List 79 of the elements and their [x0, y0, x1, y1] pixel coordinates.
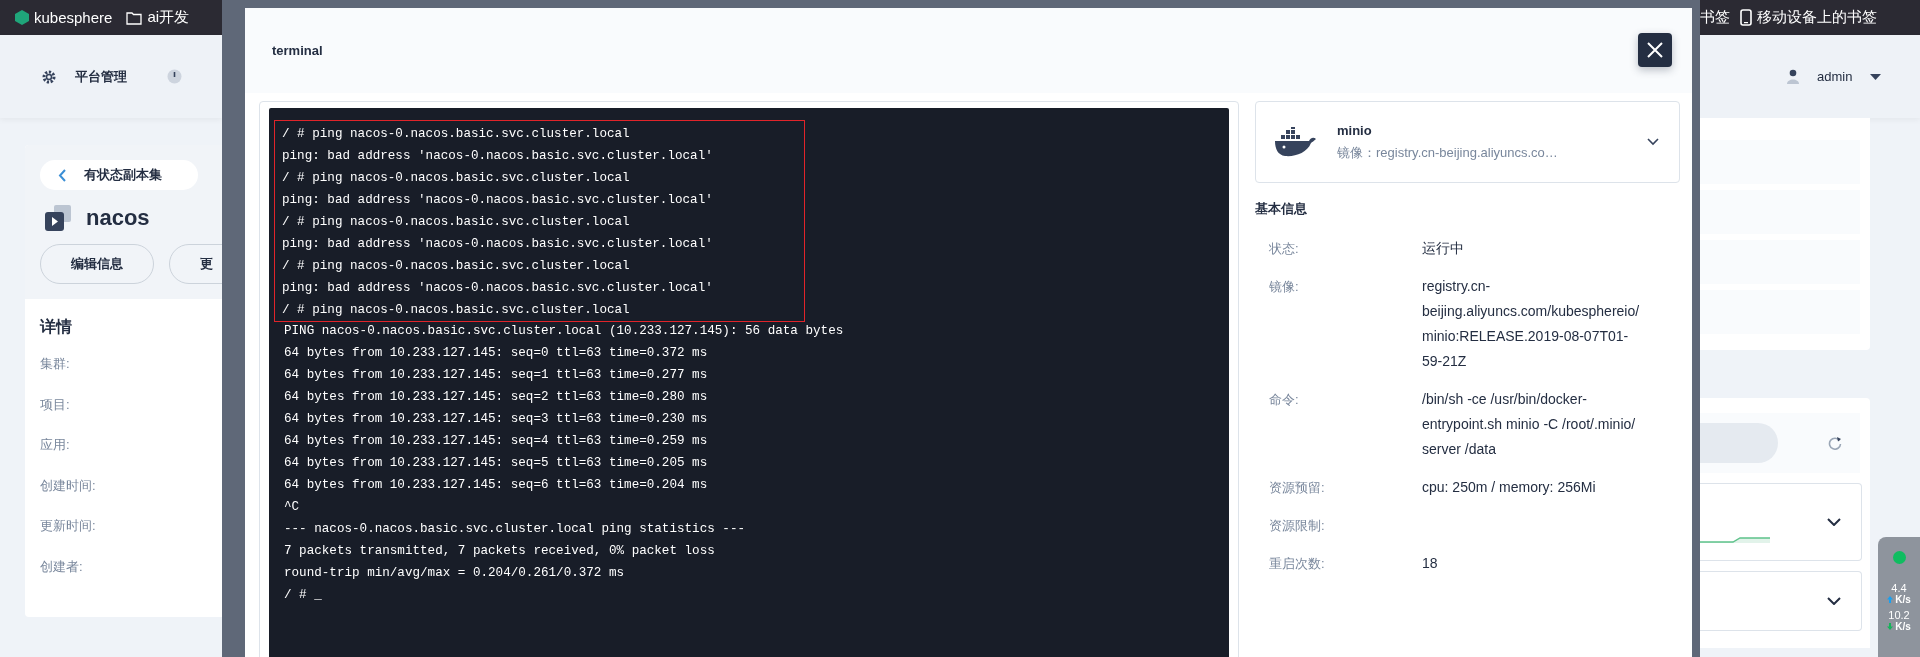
up-arrow-icon — [1887, 596, 1894, 603]
workload-icon — [44, 204, 72, 232]
down-arrow-icon — [1887, 623, 1894, 630]
terminal-console[interactable] — [269, 108, 1229, 657]
terminal-line: 64 bytes from 10.233.127.145: seq=0 ttl=63 time=0.372 ms — [284, 345, 709, 362]
nav-item[interactable]: 平台管理 — [75, 67, 127, 86]
container-name: minio — [1337, 122, 1373, 138]
info-value: /bin/sh -ce /usr/bin/docker-entrypoint.sh minio -C /root/.minio/ server /data — [1422, 390, 1637, 459]
terminal-line: / # ping nacos-0.nacos.basic.svc.cluster.local — [282, 170, 631, 187]
resource-name: nacos — [86, 205, 150, 231]
section-title: 基本信息 — [1255, 200, 1308, 218]
gauge-icon — [167, 69, 182, 84]
field-label: 更新时间: — [40, 517, 97, 535]
speed-unit: K/s — [1895, 621, 1911, 632]
folder-icon — [126, 10, 143, 25]
terminal-line: 64 bytes from 10.233.127.145: seq=4 ttl=63 time=0.259 ms — [284, 433, 709, 450]
info-value: 18 — [1422, 554, 1439, 573]
bookmark[interactable]: ai开发 — [126, 8, 190, 27]
section-title: 详情 — [40, 317, 73, 337]
info-value: cpu: 250m / memory: 256Mi — [1422, 478, 1597, 497]
settings-icon — [41, 68, 57, 85]
refresh-icon[interactable] — [1828, 436, 1842, 450]
chevron-down-icon — [1827, 597, 1841, 605]
action-button[interactable]: 编辑信息 — [40, 244, 154, 284]
user-menu[interactable]: admin — [1817, 69, 1853, 84]
close-button[interactable] — [1638, 33, 1672, 67]
dialog-title: terminal — [272, 42, 323, 58]
upload-speed: 4.4 — [1891, 582, 1907, 594]
phone-icon — [1740, 9, 1752, 26]
terminal-line: 64 bytes from 10.233.127.145: seq=1 ttl=63 time=0.277 ms — [284, 367, 709, 384]
info-label: 镜像: — [1269, 278, 1300, 296]
field-label: 集群: — [40, 355, 71, 373]
terminal-line: 64 bytes from 10.233.127.145: seq=3 ttl=63 time=0.230 ms — [284, 411, 709, 428]
terminal-line: / # ping nacos-0.nacos.basic.svc.cluster.local — [282, 302, 631, 319]
field-label: 创建时间: — [40, 476, 97, 495]
whale-icon — [1273, 127, 1317, 157]
terminal-line: ^C — [284, 499, 301, 516]
terminal-line: PING nacos-0.nacos.basic.svc.cluster.local (10.233.127.145): 56 data bytes — [284, 323, 845, 340]
terminal-line: / # ping nacos-0.nacos.basic.svc.cluster.local — [282, 258, 631, 275]
terminal-line: ping: bad address 'nacos-0.nacos.basic.svc.cluster.local' — [282, 192, 714, 209]
terminal-line: --- nacos-0.nacos.basic.svc.cluster.local ping statistics --- — [284, 521, 746, 538]
terminal-line: ping: bad address 'nacos-0.nacos.basic.svc.cluster.local' — [282, 280, 714, 297]
bookmark[interactable]: 移动设备上的书签 — [1740, 8, 1877, 27]
terminal-line: 64 bytes from 10.233.127.145: seq=5 ttl=63 time=0.205 ms — [284, 455, 709, 472]
terminal-line: 7 packets transmitted, 7 packets received, 0% packet loss — [284, 543, 716, 560]
terminal-line: / # ping nacos-0.nacos.basic.svc.cluster.local — [282, 214, 631, 231]
info-label: 状态: — [1269, 240, 1300, 258]
field-label: 项目: — [40, 395, 71, 414]
chevron-down-icon — [1827, 518, 1841, 526]
back-link[interactable]: 有状态副本集 — [40, 160, 198, 190]
close-icon — [1647, 42, 1663, 58]
terminal-line: 64 bytes from 10.233.127.145: seq=2 ttl=63 time=0.280 ms — [284, 389, 709, 406]
info-value: registry.cn-beijing.aliyuncs.com/kubesphereio/minio:RELEASE.2019-08-07T01-59-21Z — [1422, 277, 1641, 371]
field-label: 创建者: — [40, 557, 84, 576]
chevron-down-icon — [1647, 138, 1659, 146]
status-dot-icon — [1892, 551, 1906, 564]
terminal-line: 64 bytes from 10.233.127.145: seq=6 ttl=63 time=0.204 ms — [284, 477, 709, 494]
search-field[interactable] — [1700, 423, 1778, 463]
terminal-line: ping: bad address 'nacos-0.nacos.basic.svc.cluster.local' — [282, 148, 714, 165]
speed-unit: K/s — [1895, 594, 1911, 605]
bookmark[interactable]: kubesphere — [15, 9, 113, 26]
caret-down-icon — [1870, 73, 1882, 80]
container-card[interactable]: minio 镜像：registry.cn-beijing.aliyuncs.co… — [1255, 101, 1680, 183]
download-speed: 10.2 — [1888, 609, 1910, 621]
info-label: 命令: — [1269, 391, 1300, 409]
info-label: 资源限制: — [1269, 517, 1326, 535]
terminal-line: ping: bad address 'nacos-0.nacos.basic.svc.cluster.local' — [282, 236, 714, 253]
terminal-line: / # _ — [284, 587, 323, 604]
info-value: 运行中 — [1422, 239, 1465, 258]
terminal-line: round-trip min/avg/max = 0.204/0.261/0.372 ms — [284, 565, 626, 582]
terminal-line: / # ping nacos-0.nacos.basic.svc.cluster.local — [282, 126, 631, 143]
info-label: 资源预留: — [1269, 479, 1326, 497]
field-label: 应用: — [40, 436, 71, 454]
action-button[interactable]: 更 — [169, 244, 222, 284]
container-image: 镜像：registry.cn-beijing.aliyuncs.co… — [1337, 143, 1559, 162]
user-icon — [1787, 69, 1799, 84]
bookmark[interactable]: 书签 — [1700, 8, 1730, 27]
hexagon-logo-icon — [15, 10, 29, 25]
info-label: 重启次数: — [1269, 555, 1326, 573]
